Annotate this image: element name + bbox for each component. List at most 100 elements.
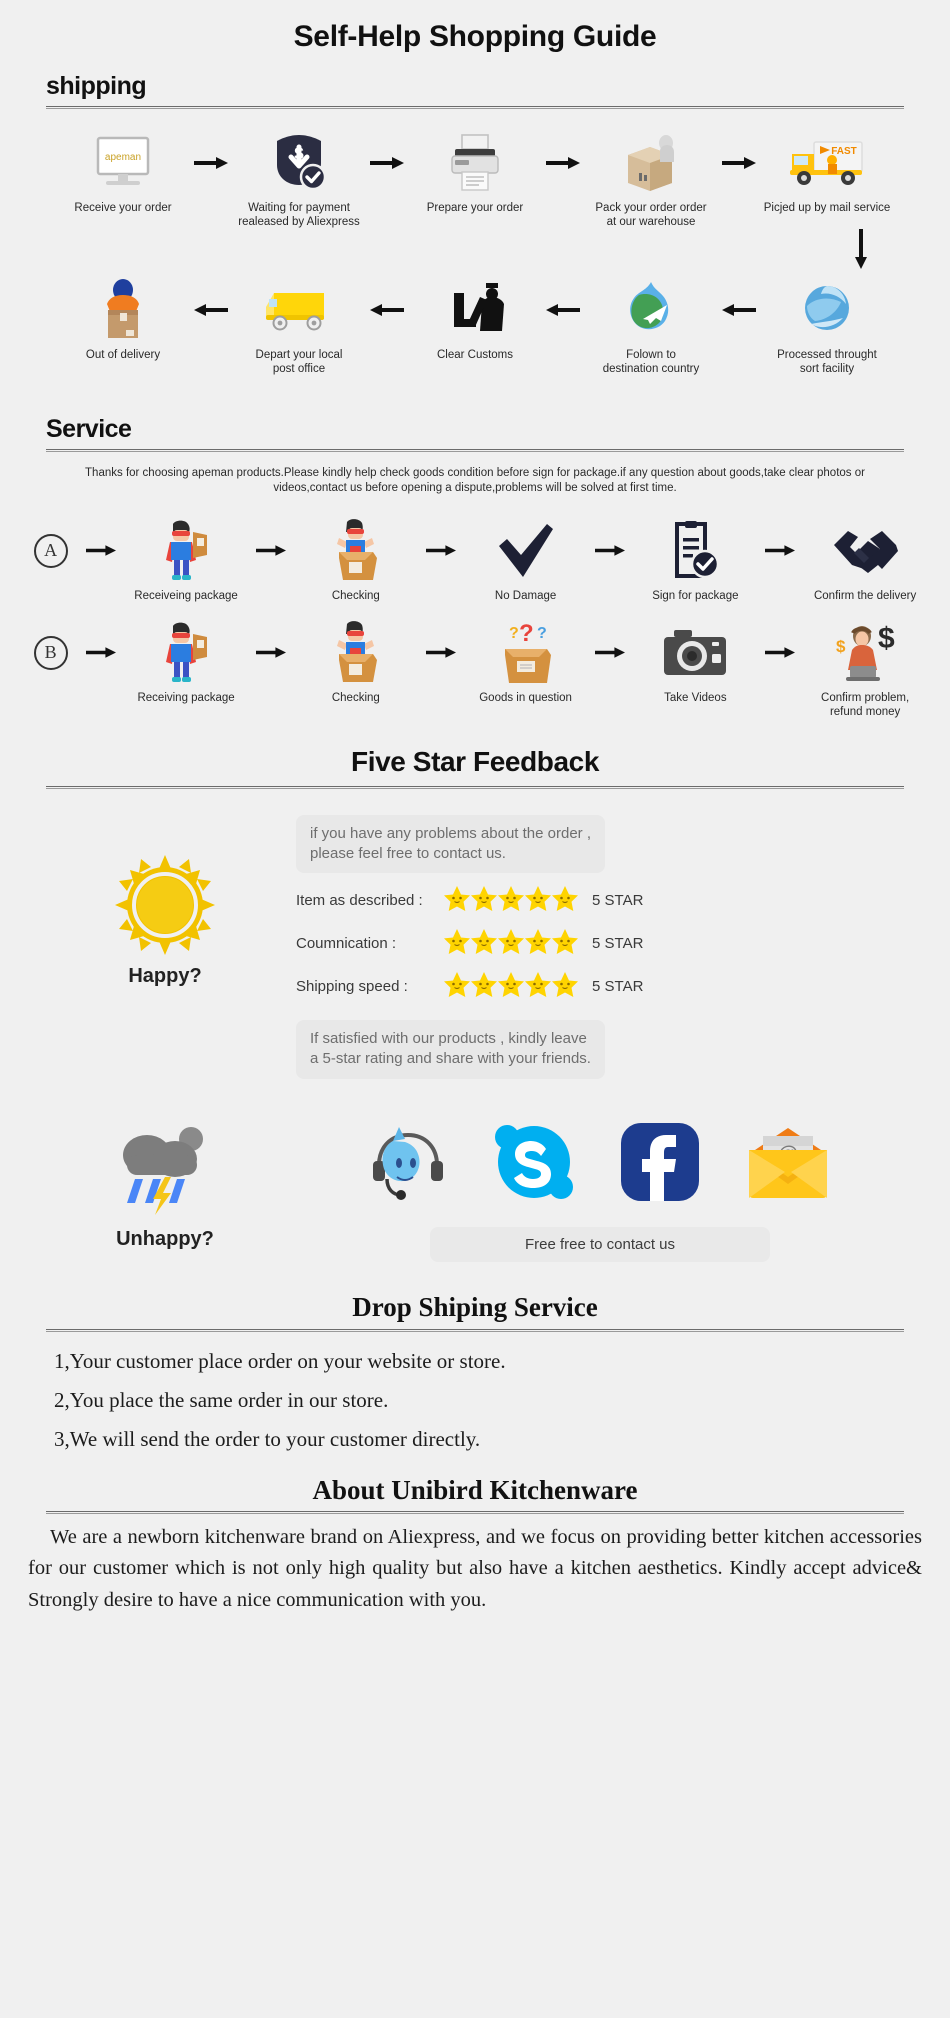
- arrow-right-icon: [758, 621, 802, 685]
- flow-caption: Receiving package: [137, 691, 235, 704]
- customs-officer-icon: [444, 278, 506, 342]
- about-divider: [46, 1510, 904, 1514]
- unhappy-column: Unhappy?: [40, 1117, 290, 1251]
- feedback-bubble-top: if you have any problems about the order…: [296, 814, 606, 874]
- arrow-right-icon: [758, 519, 802, 583]
- flow-caption: Waiting for payment realeased by Aliexpr…: [238, 202, 360, 229]
- arrow-right-icon: [249, 519, 293, 583]
- svg-text:FAST: FAST: [831, 146, 857, 157]
- service-flow-row-a: A Receiveing package Checking No Damage …: [0, 518, 950, 603]
- star-icon: [525, 971, 551, 1002]
- flow-caption: Pack your order order at our warehouse: [595, 202, 707, 229]
- camera-icon: [662, 621, 728, 685]
- badge-letter-a: A: [33, 533, 68, 568]
- arrow-right-icon: [419, 519, 463, 583]
- shopping-guide-page: Self-Help Shopping Guide shipping apeman…: [0, 0, 950, 2018]
- shipping-step-sort-facility: Processed throught sort facility: [761, 278, 893, 377]
- shipping-step-receive-order: apeman Receive your order: [57, 131, 189, 215]
- feedback-block: Happy? if you have any problems about th…: [0, 814, 950, 1079]
- shipping-step-picked-up: FAST Picjed up by mail service: [761, 131, 893, 215]
- storm-cloud-icon: [113, 1117, 217, 1220]
- arrow-right-icon: [588, 519, 632, 583]
- service-heading-label: Service: [46, 414, 132, 443]
- rating-value: 5 STAR: [592, 935, 644, 953]
- service-step-receiving-package-a: Receiveing package: [123, 519, 249, 603]
- service-step-confirm-delivery: Confirm the delivery: [802, 519, 928, 603]
- svg-text:apeman: apeman: [105, 152, 141, 163]
- flow-caption: Depart your local post office: [255, 348, 343, 376]
- service-step-checking-a: Checking: [293, 518, 419, 603]
- arrow-left-icon: [717, 278, 761, 342]
- flow-caption: Take Videos: [664, 691, 727, 704]
- yellow-van-icon: [260, 278, 338, 342]
- star-rating-group: [444, 928, 578, 959]
- service-row-a-badge: A: [22, 519, 79, 583]
- trademanager-headset-icon[interactable]: [367, 1123, 449, 1206]
- support-agent-refund-icon: $ $: [830, 621, 900, 685]
- flow-caption: Prepare your order: [426, 202, 524, 214]
- shipping-step-prepare-order: Prepare your order: [409, 131, 541, 215]
- shipping-step-waiting-payment: $ Waiting for payment realeased by Aliex…: [233, 131, 365, 230]
- flow-caption: Folown to destination country: [602, 348, 700, 376]
- star-icon: [498, 928, 524, 959]
- facebook-icon[interactable]: [619, 1121, 701, 1208]
- arrow-left-icon: [189, 278, 233, 342]
- star-rating-group: [444, 885, 578, 916]
- rating-row: Item as described : 5 STAR: [296, 885, 910, 916]
- feedback-divider: [46, 785, 904, 789]
- checkmark-icon: [497, 519, 555, 583]
- feedback-title: Five Star Feedback: [350, 745, 600, 777]
- ratings-column: if you have any problems about the order…: [290, 814, 910, 1079]
- arrow-down-icon: [854, 229, 868, 274]
- payment-shield-icon: $: [269, 131, 329, 195]
- list-item: 3,We will send the order to your custome…: [54, 1426, 481, 1451]
- service-step-sign-for-package: Sign for package: [632, 519, 758, 603]
- star-icon: [552, 885, 578, 916]
- service-row-b-badge: B: [22, 621, 79, 685]
- star-icon: [444, 885, 470, 916]
- arrow-left-icon: [541, 278, 585, 342]
- flow-caption: Processed throught sort facility: [777, 348, 877, 376]
- shipping-heading-label: shipping: [46, 72, 147, 100]
- arrow-right-icon: [541, 131, 585, 195]
- arrow-right-icon: [249, 621, 293, 685]
- shipping-flow-row-1: apeman Receive your order $ Waiting for …: [0, 131, 950, 230]
- flow-caption: Clear Customs: [436, 348, 514, 361]
- flow-caption: Checking: [331, 589, 380, 602]
- star-rating-group: [444, 971, 578, 1002]
- arrow-right-icon: [189, 131, 233, 195]
- arrow-right-icon: [79, 519, 123, 583]
- social-icons-row: @: [367, 1117, 833, 1213]
- rating-row: Shipping speed : 5 STAR: [296, 971, 910, 1002]
- shipping-divider: [46, 106, 904, 109]
- rating-label: Shipping speed :: [296, 978, 408, 996]
- list-item: 1,Your customer place order on your webs…: [54, 1348, 506, 1373]
- monitor-apeman-icon: apeman: [92, 131, 154, 195]
- service-note-text: Thanks for choosing apeman products.Plea…: [85, 466, 865, 495]
- badge-letter-b: B: [33, 635, 68, 670]
- star-icon: [552, 971, 578, 1002]
- flow-caption: Out of delivery: [85, 348, 161, 361]
- contact-bar[interactable]: Free free to contact us: [430, 1226, 770, 1262]
- svg-text:?: ?: [509, 625, 519, 642]
- delivery-man-box-icon: [96, 278, 150, 342]
- star-icon: [444, 971, 470, 1002]
- printer-icon: [448, 131, 502, 195]
- about-title: About Unibird Kitchenware: [312, 1474, 638, 1505]
- svg-text:?: ?: [519, 621, 534, 647]
- star-icon: [471, 885, 497, 916]
- sun-icon: [113, 853, 217, 957]
- service-step-checking-b: Checking: [293, 621, 419, 705]
- skype-icon[interactable]: [491, 1119, 577, 1210]
- star-icon: [498, 885, 524, 916]
- email-envelope-icon[interactable]: @: [743, 1124, 833, 1205]
- flow-caption: Receive your order: [74, 202, 172, 214]
- star-icon: [498, 971, 524, 1002]
- flow-caption: Checking: [331, 691, 380, 704]
- rating-label: Coumnication :: [296, 935, 397, 953]
- superhero-unbox-icon: [327, 621, 385, 685]
- star-icon: [471, 971, 497, 1002]
- arrow-right-icon: [79, 621, 123, 685]
- flow-caption: Sign for package: [652, 589, 739, 602]
- shipping-step-out-for-delivery: Out of delivery: [57, 278, 189, 362]
